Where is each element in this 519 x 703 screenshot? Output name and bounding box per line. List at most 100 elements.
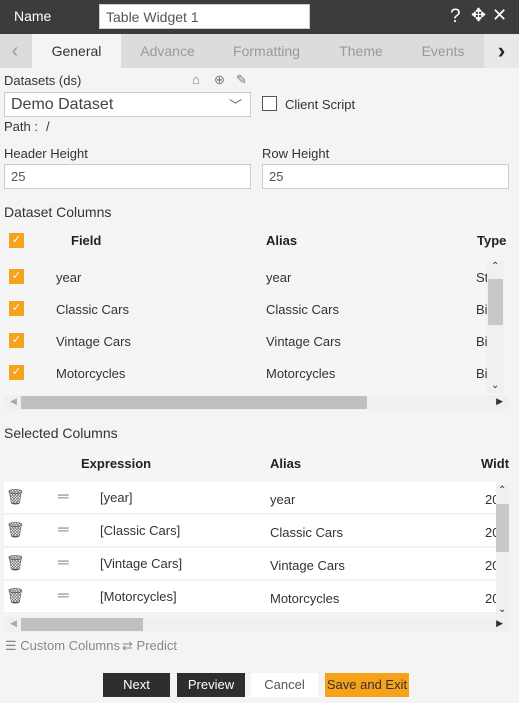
column-header-expression: Expression [81,456,152,471]
type-cell: Bi [476,366,487,381]
scroll-right-icon[interactable]: ▶ [496,396,503,407]
client-script-label: Client Script [285,97,356,112]
trash-icon[interactable]: 🗑 [6,488,25,506]
dataset-select[interactable]: Demo Dataset ﹀ [4,92,251,117]
expression-cell: [Motorcycles] [100,589,177,604]
width-cell: 20 [485,558,496,573]
column-header-alias: Alias [266,233,298,248]
row-checkbox[interactable]: ✓ [9,269,24,284]
scroll-right-icon[interactable]: ▶ [496,618,503,629]
edit-icon[interactable]: ✎ [236,72,247,88]
field-cell: Vintage Cars [56,334,131,349]
type-cell: Bi [476,334,487,349]
header-height-label: Header Height [4,146,88,161]
column-header-field: Field [71,233,102,248]
trash-icon[interactable]: 🗑 [6,587,25,605]
table-row[interactable]: 🗑 ═ [Vintage Cars] Vintage Cars 20 [4,548,496,580]
scroll-down-icon[interactable]: ⌄ [498,604,506,615]
alias-cell: Motorcycles [266,366,336,381]
help-icon[interactable]: ? [450,6,461,28]
add-icon[interactable]: ⊕ [214,72,225,88]
selected-columns-title: Selected Columns [4,425,118,441]
widget-name-input[interactable] [99,4,310,29]
alias-cell: Motorcycles [270,591,340,606]
tab-theme[interactable]: Theme [319,34,403,68]
table-row[interactable]: ✓ Classic Cars Classic Cars Bi [4,293,487,325]
trash-icon[interactable]: 🗑 [6,554,25,572]
row-checkbox[interactable]: ✓ [9,301,24,316]
column-header-type: Type [477,233,507,248]
table-row[interactable]: 🗑 ═ [Classic Cars] Classic Cars 20 [4,515,496,547]
horizontal-scrollbar[interactable]: ◀ ▶ [4,395,509,410]
tab-events[interactable]: Events [403,34,483,68]
scroll-thumb[interactable] [21,618,143,631]
cancel-button[interactable]: Cancel [251,673,318,697]
tabs-prev-icon[interactable]: ‹ [0,34,30,68]
table-row[interactable]: 🗑 ═ [Motorcycles] Motorcycles 20 [4,581,496,613]
chevron-down-icon: ﹀ [228,98,242,113]
vertical-scrollbar[interactable]: ⌃ ⌄ [487,261,504,393]
drag-handle-icon[interactable]: ═ [58,521,69,538]
row-height-input[interactable] [262,164,509,189]
custom-columns-link[interactable]: ☰ Custom Columns [5,638,120,654]
vertical-scrollbar[interactable]: ⌃ ⌄ [496,485,509,617]
tab-advance[interactable]: Advance [121,34,214,68]
table-row[interactable]: ✓ year year St [4,261,487,293]
scroll-up-icon[interactable]: ⌃ [491,261,499,272]
table-row[interactable]: 🗑 ═ [year] year 20 [4,482,496,514]
scroll-left-icon[interactable]: ◀ [10,396,17,407]
client-script-checkbox[interactable] [262,96,277,111]
drag-handle-icon[interactable]: ═ [58,488,69,505]
scroll-thumb[interactable] [488,279,503,325]
path-value: / [46,119,50,134]
predict-link[interactable]: ⇄ Predict [122,638,177,654]
custom-columns-label: Custom Columns [20,638,120,653]
select-all-checkbox[interactable]: ✓ [9,233,24,248]
dataset-select-value: Demo Dataset [11,96,114,113]
expression-cell: [Vintage Cars] [100,556,183,571]
home-icon[interactable]: ⌂ [192,72,200,87]
drag-handle-icon[interactable]: ═ [58,587,69,604]
tabs-next-icon[interactable]: › [484,34,519,68]
table-row[interactable]: ✓ Motorcycles Motorcycles Bi [4,357,487,389]
width-cell: 20 [485,525,496,540]
path-label: Path : [4,119,38,134]
expression-cell: [Classic Cars] [100,523,181,538]
row-height-label: Row Height [262,146,330,161]
row-checkbox[interactable]: ✓ [9,333,24,348]
header-height-input[interactable] [4,164,251,189]
alias-cell: Classic Cars [266,302,339,317]
width-cell: 20 [485,492,496,507]
move-icon[interactable]: ✥ [471,5,486,26]
column-header-width: Widt [481,456,509,471]
alias-cell: year [270,492,296,507]
alias-cell: Vintage Cars [270,558,345,573]
dataset-columns-title: Dataset Columns [4,204,112,220]
width-cell: 20 [485,591,496,606]
trash-icon[interactable]: 🗑 [6,521,25,539]
scroll-up-icon[interactable]: ⌃ [498,485,506,496]
close-icon[interactable]: ✕ [492,5,507,26]
scroll-thumb[interactable] [21,396,367,409]
expression-cell: [year] [100,490,133,505]
tab-bar: ‹ General Advance Formatting Theme Event… [0,34,519,68]
swap-icon: ⇄ [122,638,133,653]
row-checkbox[interactable]: ✓ [9,365,24,380]
horizontal-scrollbar[interactable]: ◀ ▶ [4,617,509,632]
field-cell: Motorcycles [56,366,126,381]
table-row[interactable]: ✓ Vintage Cars Vintage Cars Bi [4,325,487,357]
preview-button[interactable]: Preview [177,673,245,697]
type-cell: Bi [476,302,487,317]
title-bar: Name ? ✥ ✕ [0,0,519,34]
datasets-label: Datasets (ds) [4,73,82,88]
tab-general[interactable]: General [32,34,121,68]
scroll-left-icon[interactable]: ◀ [10,618,17,629]
field-cell: Classic Cars [56,302,129,317]
drag-handle-icon[interactable]: ═ [58,554,69,571]
scroll-thumb[interactable] [496,504,509,552]
tab-formatting[interactable]: Formatting [214,34,319,68]
next-button[interactable]: Next [103,673,170,697]
field-cell: year [56,270,82,285]
scroll-down-icon[interactable]: ⌄ [491,380,499,391]
save-and-exit-button[interactable]: Save and Exit [325,673,409,697]
